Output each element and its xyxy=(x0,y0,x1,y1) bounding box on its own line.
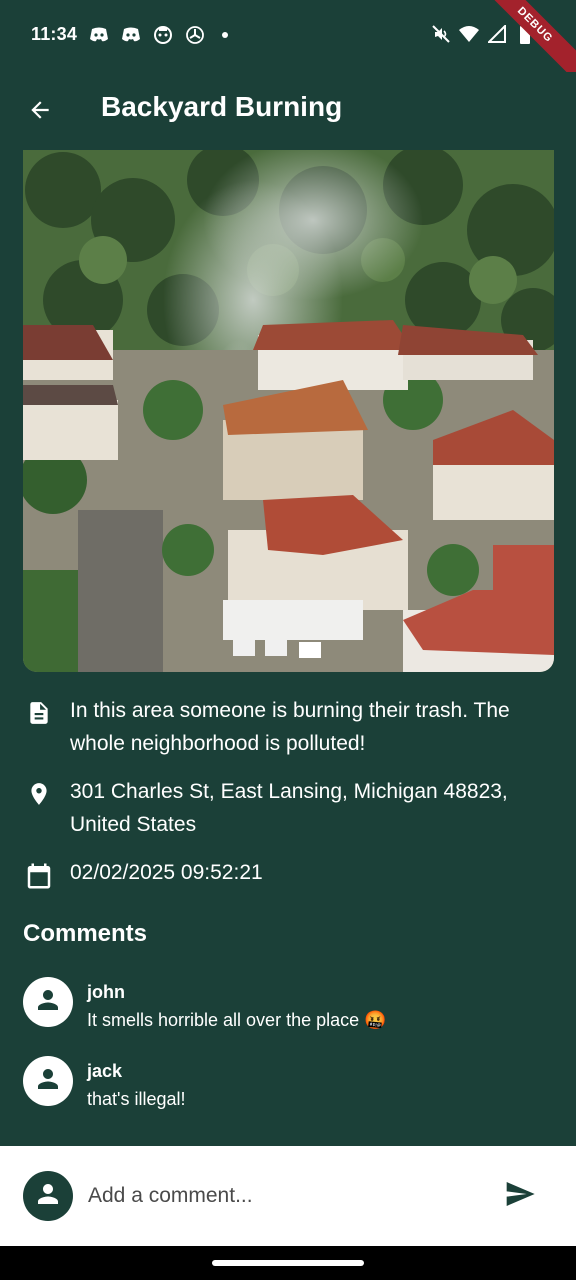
comment-item: john It smells horrible all over the pla… xyxy=(23,977,553,1035)
report-datetime: 02/02/2025 09:52:21 xyxy=(70,861,263,884)
description-row: In this area someone is burning their tr… xyxy=(23,694,563,760)
fan-icon xyxy=(184,24,206,46)
discord-icon xyxy=(120,24,142,46)
datetime-row: 02/02/2025 09:52:21 xyxy=(23,856,563,892)
arrow-back-icon xyxy=(27,97,53,128)
send-icon xyxy=(504,1178,536,1215)
avatar xyxy=(23,977,73,1027)
system-nav-bar xyxy=(0,1246,576,1280)
person-icon xyxy=(33,1179,63,1214)
location-pin-icon xyxy=(23,775,55,841)
description-icon xyxy=(23,694,55,760)
address-row: 301 Charles St, East Lansing, Michigan 4… xyxy=(23,775,563,841)
mute-icon xyxy=(430,23,452,45)
calendar-icon xyxy=(23,856,55,892)
notification-icons xyxy=(88,24,228,46)
discord-icon xyxy=(88,24,110,46)
send-button[interactable] xyxy=(500,1176,540,1216)
back-button[interactable] xyxy=(20,92,60,132)
dot-icon xyxy=(222,32,228,38)
report-photo xyxy=(23,150,554,672)
status-time: 11:34 xyxy=(31,24,78,44)
person-icon xyxy=(33,985,63,1020)
wifi-icon xyxy=(458,23,480,45)
app-bar: Backyard Burning xyxy=(0,72,576,148)
comment-author: jack xyxy=(87,1061,123,1081)
comment-composer xyxy=(0,1146,576,1246)
bot-icon xyxy=(152,24,174,46)
person-icon xyxy=(33,1064,63,1099)
report-description: In this area someone is burning their tr… xyxy=(70,699,510,755)
avatar xyxy=(23,1171,73,1221)
comment-text: It smells horrible all over the place 🤬 xyxy=(87,1010,387,1030)
comment-author: john xyxy=(87,982,125,1002)
comment-text: that's illegal! xyxy=(87,1089,186,1109)
signal-icon xyxy=(486,23,508,45)
comments-heading: Comments xyxy=(23,920,148,947)
avatar xyxy=(23,1056,73,1106)
comment-input[interactable] xyxy=(88,1176,478,1216)
status-bar: 11:34 DEBUG xyxy=(0,0,576,86)
home-indicator[interactable] xyxy=(212,1260,364,1266)
comment-item: jack that's illegal! xyxy=(23,1056,553,1114)
page-title: Backyard Burning xyxy=(101,91,343,122)
report-address: 301 Charles St, East Lansing, Michigan 4… xyxy=(70,780,508,836)
